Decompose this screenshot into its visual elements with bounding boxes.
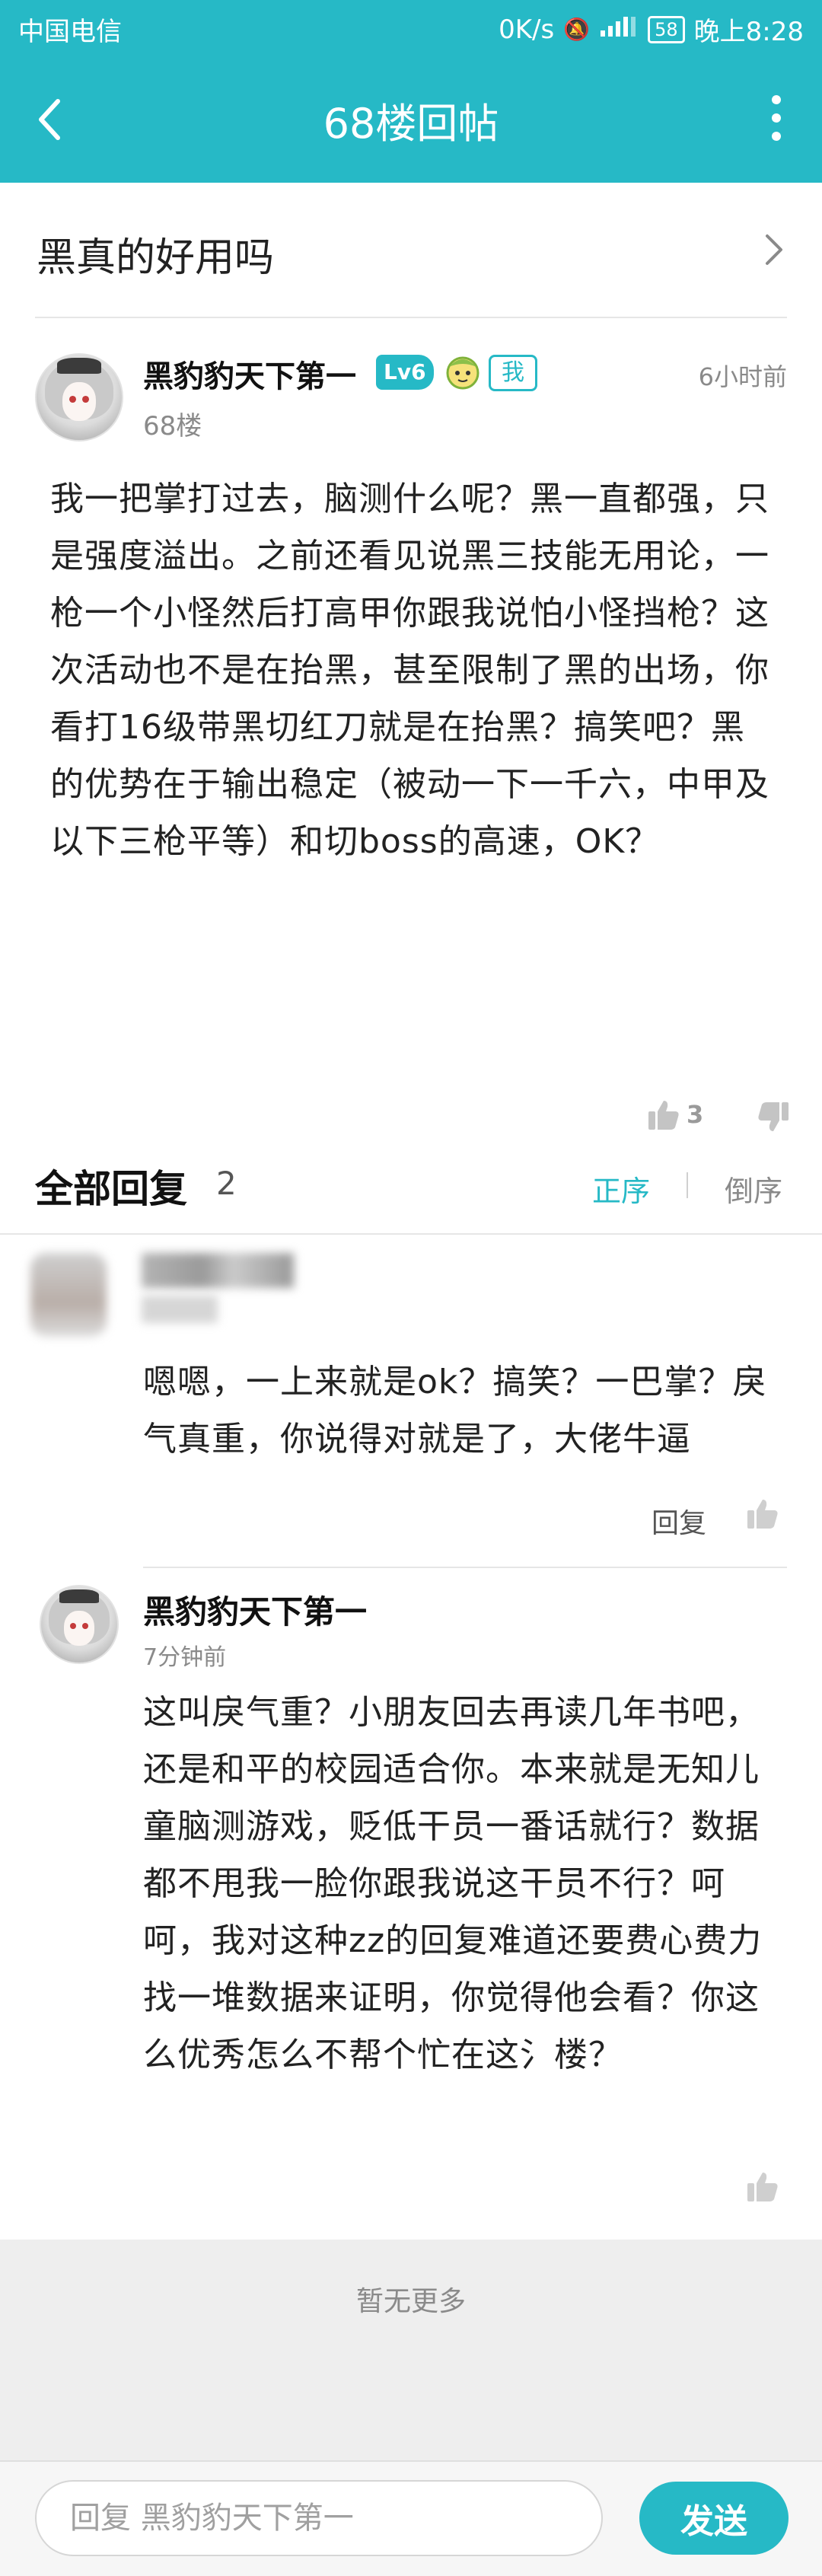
thumbs-down-icon [758, 1102, 789, 1131]
thread-title-link[interactable]: 黑真的好用吗 [0, 183, 822, 317]
like-button[interactable] [746, 2170, 779, 2206]
replies-count: 2 [216, 1165, 237, 1202]
network-speed: 0K/s [499, 14, 555, 45]
divider [0, 1233, 822, 1235]
dislike-button[interactable] [757, 1101, 790, 1137]
reply-text: 这叫戾气重？小朋友回去再读几年书吧，还是和平的校园适合你。本来就是无知儿童脑测游… [143, 1693, 763, 2074]
no-more-area [0, 2240, 822, 2460]
reply-time: 7分钟前 [143, 1644, 227, 1671]
sort-separator [687, 1172, 688, 1198]
signal-icon [599, 15, 639, 43]
blurred-time [142, 1296, 218, 1323]
more-vertical-icon [772, 95, 781, 104]
reply-button[interactable]: 回复 [652, 1501, 706, 1541]
status-bar: 中国电信 0K/s 🔕 58 晚上8:28 [0, 0, 822, 56]
app-header: 中国电信 0K/s 🔕 58 晚上8:28 68楼回帖 [0, 0, 822, 183]
sort-descending-tab[interactable]: 倒序 [725, 1168, 782, 1210]
clock: 晚上8:28 [693, 17, 804, 47]
mute-icon: 🔕 [563, 17, 591, 42]
post-author-name[interactable]: 黑豹豹天下第一 [143, 352, 356, 396]
chevron-right-icon [766, 234, 782, 265]
carrier-label: 中国电信 [18, 17, 122, 47]
status-right: 0K/s 🔕 58 晚上8:28 [499, 11, 804, 48]
divider [143, 1567, 787, 1568]
post-time: 6小时前 [698, 362, 787, 391]
battery-indicator: 58 [648, 15, 685, 43]
like-count: 3 [687, 1100, 704, 1129]
thread-title: 黑真的好用吗 [37, 235, 275, 281]
replies-title: 全部回复 [35, 1167, 187, 1211]
reply-input[interactable] [35, 2480, 603, 2556]
level-badge: Lv6 [376, 355, 434, 390]
more-dot [772, 113, 781, 123]
avatar[interactable] [40, 1585, 119, 1664]
divider [35, 317, 787, 318]
me-badge: 我 [489, 355, 537, 391]
blurred-avatar[interactable] [30, 1253, 107, 1337]
avatar[interactable] [35, 353, 123, 442]
reply-input-bar: 发送 [0, 2460, 822, 2576]
mascot-badge-icon [446, 356, 480, 390]
like-button[interactable] [746, 1497, 779, 1533]
more-dot [772, 132, 781, 141]
title-bar: 68楼回帖 [0, 56, 822, 183]
replies-header: 全部回复 2 正序 倒序 [0, 1142, 822, 1233]
post-body: 我一把掌打过去，脑测什么呢？黑一直都强，只是强度溢出。之前还看见说黑三技能无用论… [50, 480, 769, 861]
sort-ascending-tab[interactable]: 正序 [592, 1168, 650, 1210]
like-button[interactable]: 3 [647, 1098, 703, 1131]
post-floor: 68楼 [143, 411, 202, 442]
more-menu-button[interactable] [761, 84, 792, 152]
thumbs-up-icon [648, 1101, 679, 1130]
thumbs-up-icon [747, 1500, 778, 1529]
blurred-username [142, 1253, 294, 1288]
reply-author-name[interactable]: 黑豹豹天下第一 [143, 1586, 367, 1633]
thumbs-up-icon [747, 2173, 778, 2201]
reply-text: 嗯嗯，一上来就是ok？搞笑？一巴掌？戾气真重，你说得对就是了，大佬牛逼 [143, 1363, 767, 1459]
no-more-text: 暂无更多 [355, 2286, 466, 2317]
send-button[interactable]: 发送 [639, 2482, 789, 2555]
page-title: 68楼回帖 [323, 100, 499, 148]
